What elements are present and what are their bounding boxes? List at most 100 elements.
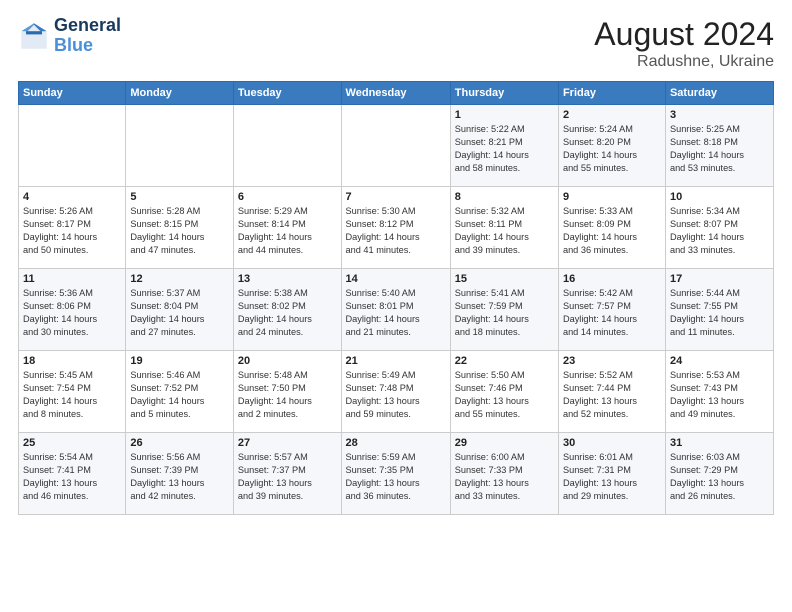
day-info: Sunrise: 5:45 AM Sunset: 7:54 PM Dayligh… — [23, 369, 121, 421]
table-row: 17 Sunrise: 5:44 AM Sunset: 7:55 PM Dayli… — [665, 269, 773, 351]
header: General Blue August 2024 Radushne, Ukrai… — [18, 16, 774, 71]
table-row: 16 Sunrise: 5:42 AM Sunset: 7:57 PM Dayli… — [558, 269, 665, 351]
day-info: Sunrise: 5:42 AM Sunset: 7:57 PM Dayligh… — [563, 287, 661, 339]
day-number: 21 — [346, 355, 446, 367]
table-row: 25 Sunrise: 5:54 AM Sunset: 7:41 PM Dayli… — [19, 433, 126, 515]
day-number: 16 — [563, 273, 661, 285]
calendar-week-row: 4 Sunrise: 5:26 AM Sunset: 8:17 PM Daylig… — [19, 187, 774, 269]
day-number: 12 — [130, 273, 229, 285]
day-info: Sunrise: 5:44 AM Sunset: 7:55 PM Dayligh… — [670, 287, 769, 339]
day-number: 10 — [670, 191, 769, 203]
day-number: 11 — [23, 273, 121, 285]
table-row: 9 Sunrise: 5:33 AM Sunset: 8:09 PM Daylig… — [558, 187, 665, 269]
day-info: Sunrise: 5:38 AM Sunset: 8:02 PM Dayligh… — [238, 287, 337, 339]
logo-text: General Blue — [54, 16, 121, 56]
table-row: 31 Sunrise: 6:03 AM Sunset: 7:29 PM Dayli… — [665, 433, 773, 515]
calendar: Sunday Monday Tuesday Wednesday Thursday… — [18, 81, 774, 515]
day-info: Sunrise: 5:49 AM Sunset: 7:48 PM Dayligh… — [346, 369, 446, 421]
calendar-week-row: 18Sunrise: 5:45 AM Sunset: 7:54 PM Dayli… — [19, 351, 774, 433]
day-info: Sunrise: 5:26 AM Sunset: 8:17 PM Dayligh… — [23, 205, 121, 257]
day-info: Sunrise: 5:34 AM Sunset: 8:07 PM Dayligh… — [670, 205, 769, 257]
day-number: 24 — [670, 355, 769, 367]
table-row: 14Sunrise: 5:40 AM Sunset: 8:01 PM Dayli… — [341, 269, 450, 351]
location: Radushne, Ukraine — [594, 53, 774, 71]
day-number: 31 — [670, 437, 769, 449]
day-number: 19 — [130, 355, 229, 367]
day-number: 30 — [563, 437, 661, 449]
table-row: 1 Sunrise: 5:22 AM Sunset: 8:21 PM Daylig… — [450, 105, 558, 187]
day-info: Sunrise: 5:52 AM Sunset: 7:44 PM Dayligh… — [563, 369, 661, 421]
day-number: 29 — [455, 437, 554, 449]
day-info: Sunrise: 5:22 AM Sunset: 8:21 PM Dayligh… — [455, 123, 554, 175]
day-info: Sunrise: 5:28 AM Sunset: 8:15 PM Dayligh… — [130, 205, 229, 257]
table-row: 30 Sunrise: 6:01 AM Sunset: 7:31 PM Dayli… — [558, 433, 665, 515]
day-number: 3 — [670, 109, 769, 121]
day-number: 13 — [238, 273, 337, 285]
col-wednesday: Wednesday — [341, 82, 450, 105]
day-number: 4 — [23, 191, 121, 203]
day-number: 27 — [238, 437, 337, 449]
table-row — [233, 105, 341, 187]
day-info: Sunrise: 5:24 AM Sunset: 8:20 PM Dayligh… — [563, 123, 661, 175]
logo-icon — [18, 20, 50, 52]
col-monday: Monday — [126, 82, 234, 105]
day-info: Sunrise: 5:56 AM Sunset: 7:39 PM Dayligh… — [130, 451, 229, 503]
day-info: Sunrise: 6:00 AM Sunset: 7:33 PM Dayligh… — [455, 451, 554, 503]
day-number: 9 — [563, 191, 661, 203]
day-info: Sunrise: 5:53 AM Sunset: 7:43 PM Dayligh… — [670, 369, 769, 421]
logo: General Blue — [18, 16, 121, 56]
day-info: Sunrise: 5:37 AM Sunset: 8:04 PM Dayligh… — [130, 287, 229, 339]
day-number: 5 — [130, 191, 229, 203]
table-row: 29 Sunrise: 6:00 AM Sunset: 7:33 PM Dayli… — [450, 433, 558, 515]
calendar-week-row: 1 Sunrise: 5:22 AM Sunset: 8:21 PM Daylig… — [19, 105, 774, 187]
table-row: 4 Sunrise: 5:26 AM Sunset: 8:17 PM Daylig… — [19, 187, 126, 269]
day-number: 7 — [346, 191, 446, 203]
day-number: 20 — [238, 355, 337, 367]
month-year: August 2024 — [594, 16, 774, 53]
day-info: Sunrise: 5:50 AM Sunset: 7:46 PM Dayligh… — [455, 369, 554, 421]
day-info: Sunrise: 5:40 AM Sunset: 8:01 PM Dayligh… — [346, 287, 446, 339]
day-info: Sunrise: 5:57 AM Sunset: 7:37 PM Dayligh… — [238, 451, 337, 503]
day-number: 15 — [455, 273, 554, 285]
day-number: 8 — [455, 191, 554, 203]
day-number: 22 — [455, 355, 554, 367]
day-info: Sunrise: 6:01 AM Sunset: 7:31 PM Dayligh… — [563, 451, 661, 503]
col-tuesday: Tuesday — [233, 82, 341, 105]
day-number: 1 — [455, 109, 554, 121]
day-number: 28 — [346, 437, 446, 449]
table-row: 22 Sunrise: 5:50 AM Sunset: 7:46 PM Dayli… — [450, 351, 558, 433]
table-row: 15 Sunrise: 5:41 AM Sunset: 7:59 PM Dayli… — [450, 269, 558, 351]
table-row: 5 Sunrise: 5:28 AM Sunset: 8:15 PM Daylig… — [126, 187, 234, 269]
table-row: 28Sunrise: 5:59 AM Sunset: 7:35 PM Dayli… — [341, 433, 450, 515]
title-block: August 2024 Radushne, Ukraine — [594, 16, 774, 71]
table-row: 23 Sunrise: 5:52 AM Sunset: 7:44 PM Dayli… — [558, 351, 665, 433]
day-number: 25 — [23, 437, 121, 449]
table-row: 12 Sunrise: 5:37 AM Sunset: 8:04 PM Dayli… — [126, 269, 234, 351]
table-row: 13 Sunrise: 5:38 AM Sunset: 8:02 PM Dayli… — [233, 269, 341, 351]
day-info: Sunrise: 5:30 AM Sunset: 8:12 PM Dayligh… — [346, 205, 446, 257]
table-row: 6Sunrise: 5:29 AM Sunset: 8:14 PM Daylig… — [233, 187, 341, 269]
day-number: 6 — [238, 191, 337, 203]
day-info: Sunrise: 5:48 AM Sunset: 7:50 PM Dayligh… — [238, 369, 337, 421]
calendar-week-row: 11Sunrise: 5:36 AM Sunset: 8:06 PM Dayli… — [19, 269, 774, 351]
day-number: 26 — [130, 437, 229, 449]
col-thursday: Thursday — [450, 82, 558, 105]
day-info: Sunrise: 6:03 AM Sunset: 7:29 PM Dayligh… — [670, 451, 769, 503]
table-row — [341, 105, 450, 187]
col-sunday: Sunday — [19, 82, 126, 105]
day-info: Sunrise: 5:54 AM Sunset: 7:41 PM Dayligh… — [23, 451, 121, 503]
day-info: Sunrise: 5:32 AM Sunset: 8:11 PM Dayligh… — [455, 205, 554, 257]
day-info: Sunrise: 5:41 AM Sunset: 7:59 PM Dayligh… — [455, 287, 554, 339]
table-row: 19Sunrise: 5:46 AM Sunset: 7:52 PM Dayli… — [126, 351, 234, 433]
table-row: 20 Sunrise: 5:48 AM Sunset: 7:50 PM Dayli… — [233, 351, 341, 433]
table-row: 8 Sunrise: 5:32 AM Sunset: 8:11 PM Daylig… — [450, 187, 558, 269]
table-row — [19, 105, 126, 187]
day-info: Sunrise: 5:33 AM Sunset: 8:09 PM Dayligh… — [563, 205, 661, 257]
col-saturday: Saturday — [665, 82, 773, 105]
day-number: 17 — [670, 273, 769, 285]
day-number: 23 — [563, 355, 661, 367]
table-row: 24 Sunrise: 5:53 AM Sunset: 7:43 PM Dayli… — [665, 351, 773, 433]
table-row: 18Sunrise: 5:45 AM Sunset: 7:54 PM Dayli… — [19, 351, 126, 433]
day-info: Sunrise: 5:25 AM Sunset: 8:18 PM Dayligh… — [670, 123, 769, 175]
table-row: 26 Sunrise: 5:56 AM Sunset: 7:39 PM Dayli… — [126, 433, 234, 515]
